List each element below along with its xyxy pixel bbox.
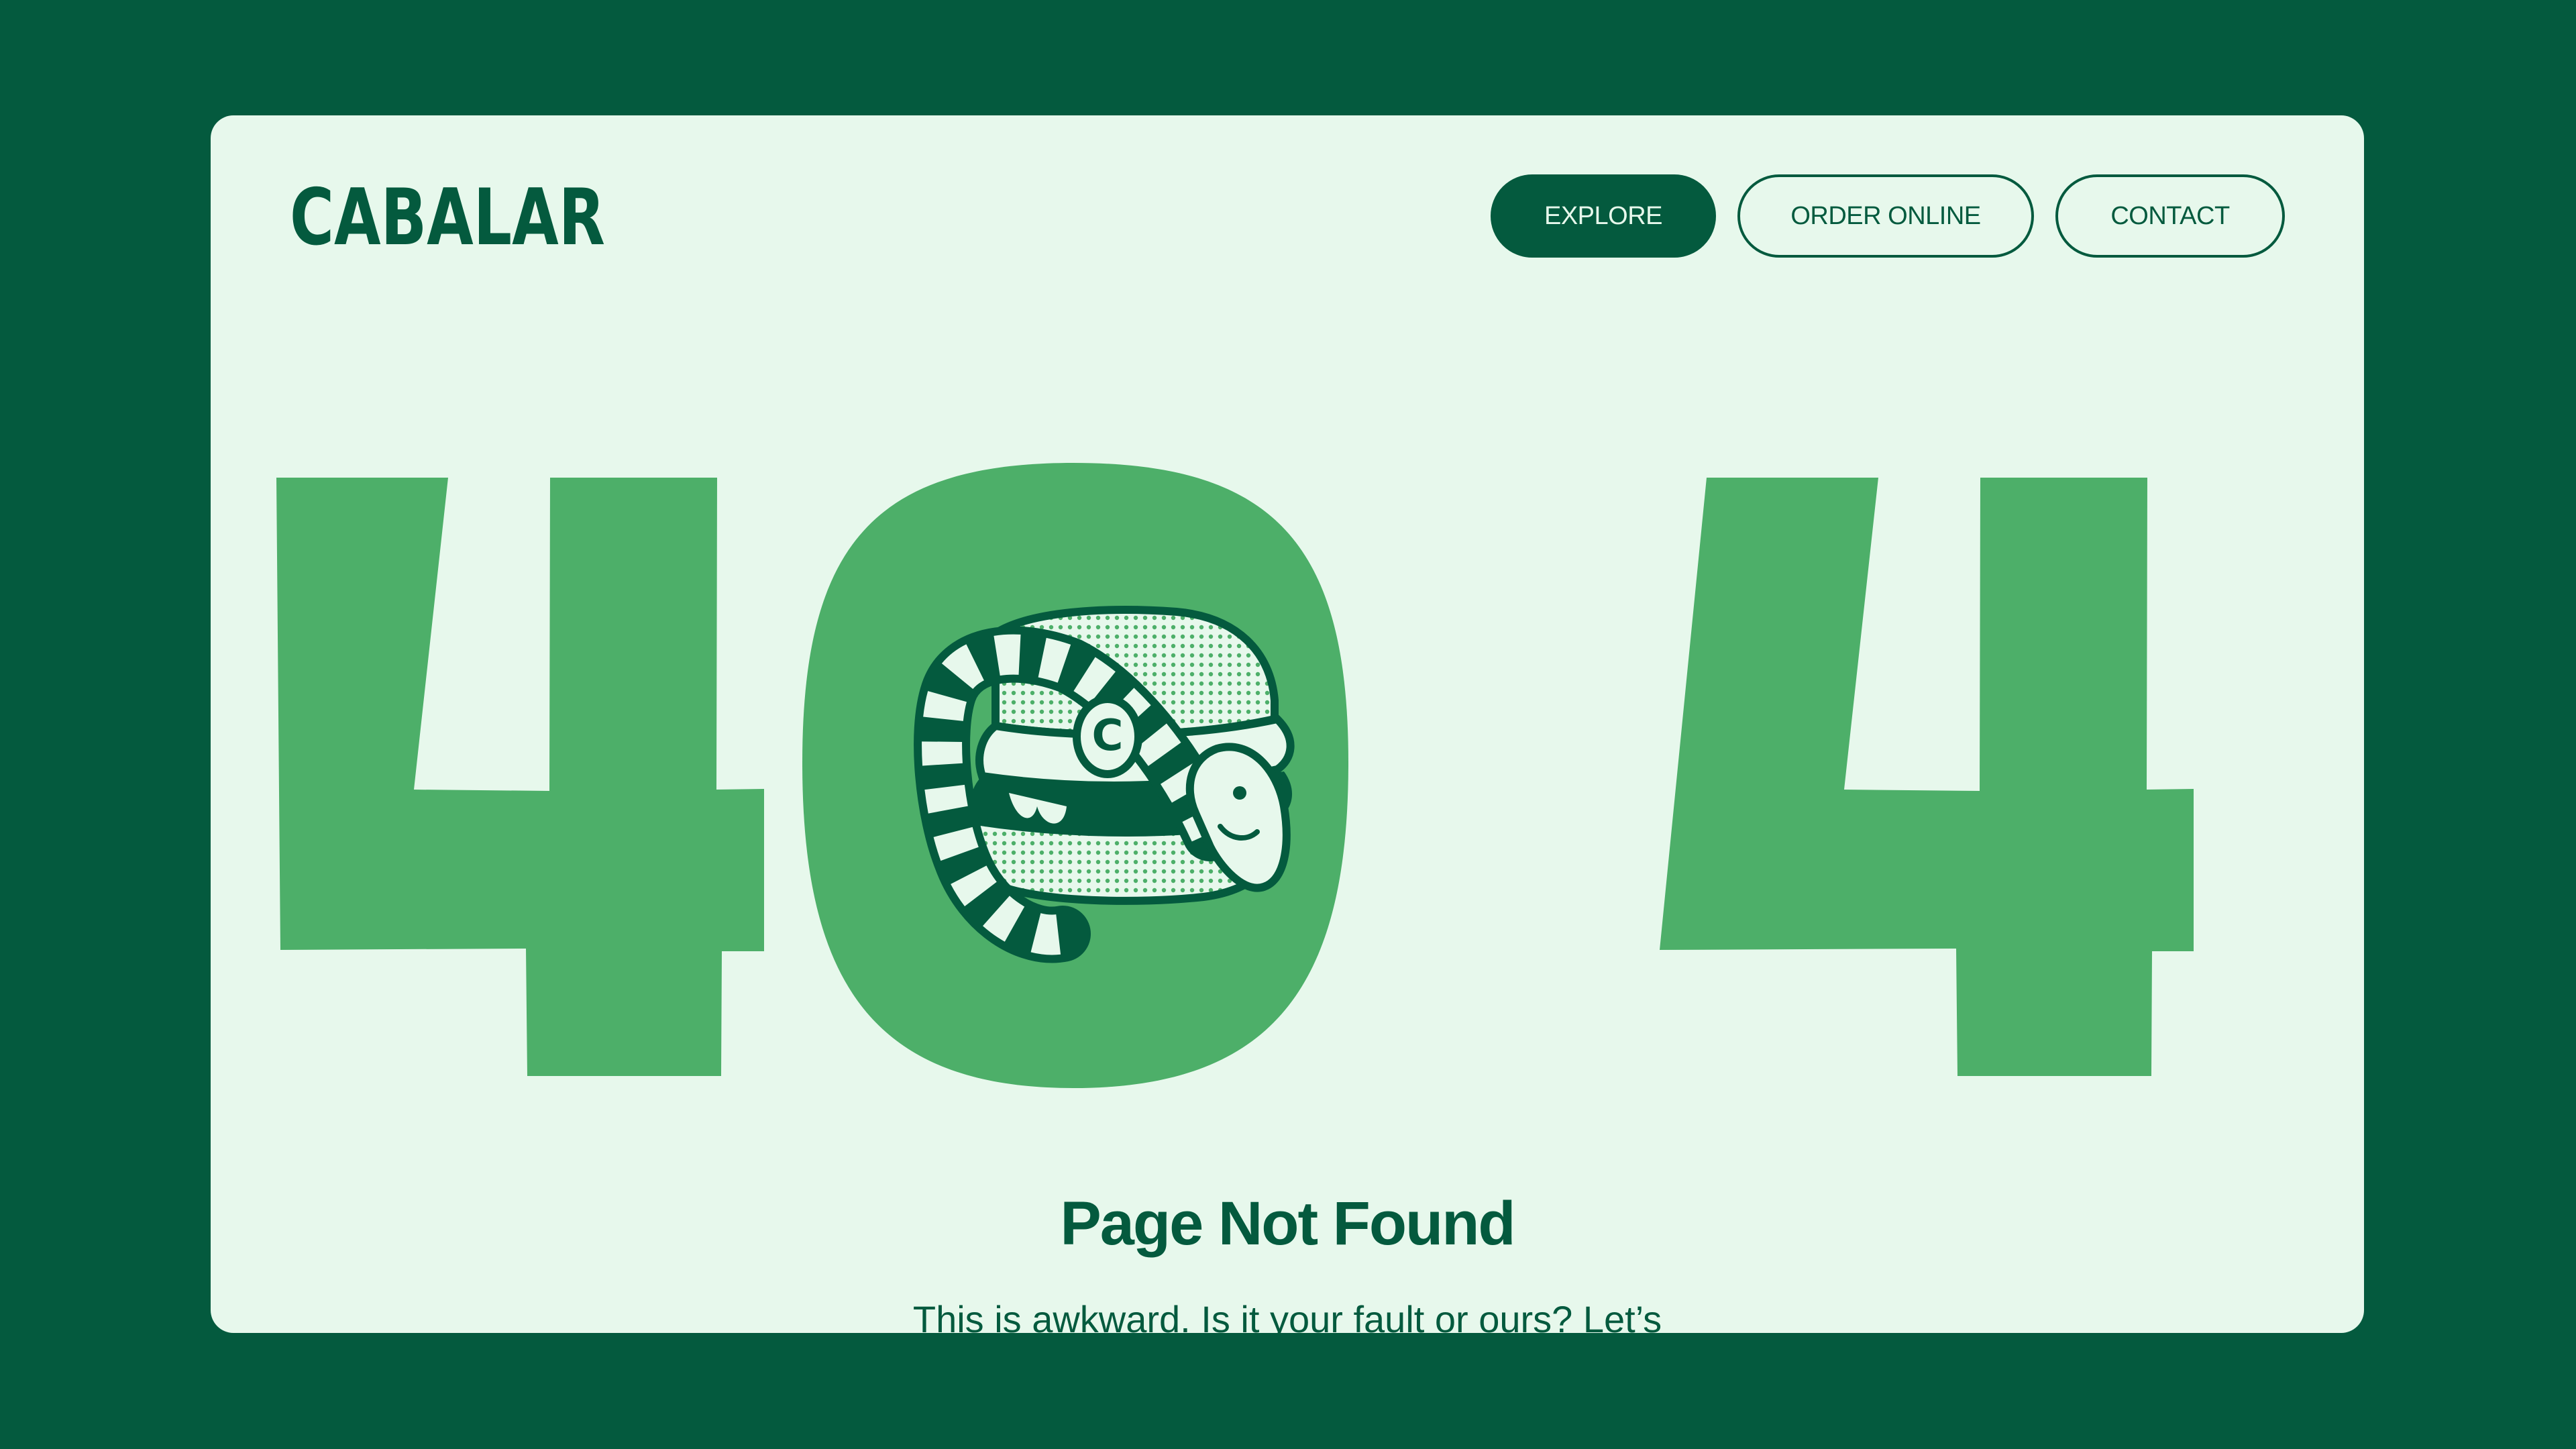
digit-four-right bbox=[1660, 478, 2194, 1076]
badge-letter: C bbox=[1092, 711, 1124, 761]
error-404-graphic: C bbox=[211, 115, 2364, 1333]
error-message: This is awkward. Is it your fault or our… bbox=[912, 1298, 1662, 1333]
error-code-artwork: C bbox=[276, 463, 2194, 1088]
page-title: Page Not Found bbox=[1060, 1189, 1515, 1258]
page-card: CABALAR EXPLORE ORDER ONLINE CONTACT C P… bbox=[211, 115, 2364, 1333]
c-badge-icon: C bbox=[1073, 695, 1142, 778]
digit-four-left bbox=[276, 478, 764, 1076]
